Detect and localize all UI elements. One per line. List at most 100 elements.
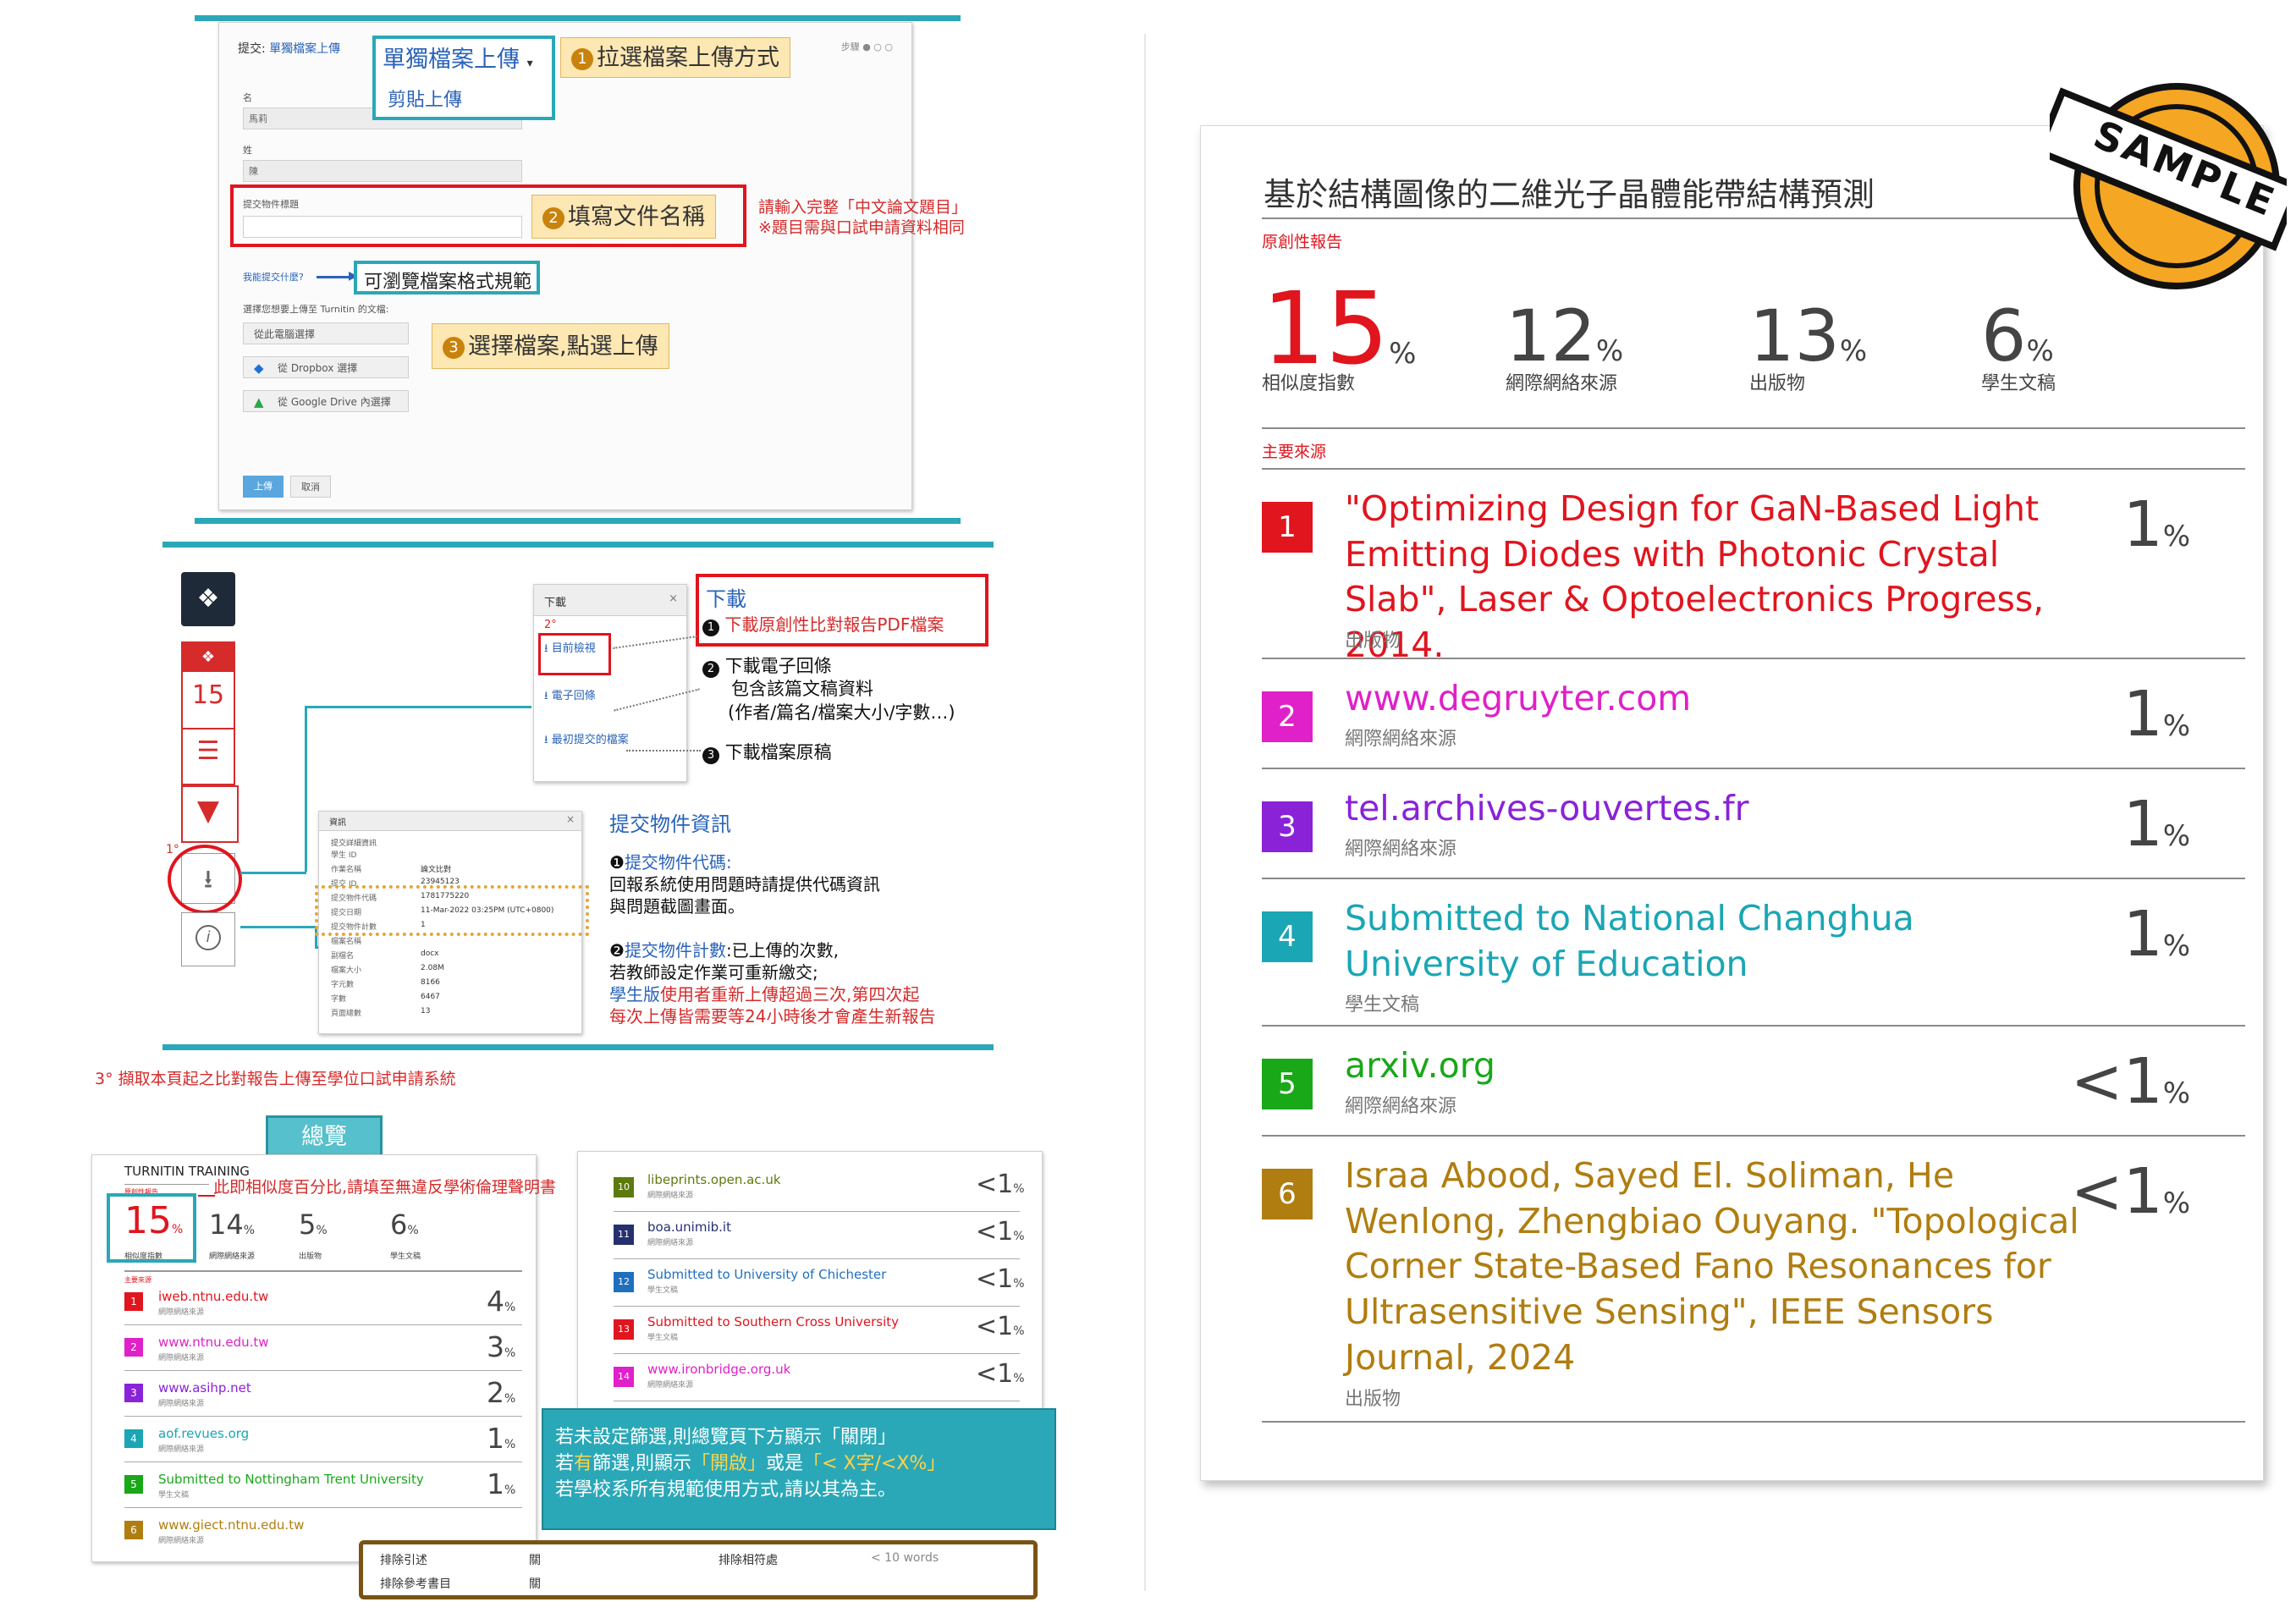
score-header-icon: ❖ [183, 643, 234, 672]
section-rule-download-bottom [162, 1044, 994, 1050]
source-divider [1262, 1135, 2245, 1137]
source-title[interactable]: libeprints.open.ac.uk [647, 1172, 781, 1187]
report-stat-label: 學生文稿 [1981, 373, 2056, 394]
source-title[interactable]: Submitted to Southern Cross University [647, 1314, 899, 1329]
dropdown-option-paste[interactable]: 剪貼上傳 [388, 85, 462, 112]
google-drive-icon: ▲ [254, 394, 264, 410]
source-title[interactable]: tel.archives-ouvertes.fr [1345, 786, 2090, 832]
upload-button[interactable]: 上傳 [243, 476, 284, 498]
section-rule-form-bottom [195, 518, 961, 524]
download-arrow-icon: ⭳ [544, 734, 548, 746]
info-row-value: docx [421, 950, 439, 958]
overview-stat-label: 出版物 [299, 1252, 322, 1261]
source-kind: 網際網絡來源 [647, 1192, 694, 1200]
report-stat-value: 6% [1981, 300, 2054, 372]
source-title[interactable]: www.ironbridge.org.uk [647, 1362, 790, 1377]
upload-type-dropdown[interactable]: 單獨檔案上傳 ▾ 剪貼上傳 [372, 36, 555, 120]
source-title[interactable]: www.giect.ntnu.edu.tw [158, 1517, 304, 1533]
source-kind: 網際網絡來源 [1345, 729, 1457, 750]
close-icon[interactable]: × [669, 592, 678, 605]
breadcrumb-prefix: 提交: [238, 42, 266, 56]
source-kind: 網際網絡來源 [647, 1381, 694, 1390]
breadcrumb-link[interactable]: 單獨檔案上傳 [269, 42, 340, 56]
source-number: 6 [124, 1521, 143, 1539]
source-title[interactable]: www.asihp.net [158, 1380, 251, 1396]
source-percent: <1% [976, 1314, 1025, 1340]
source-title[interactable]: Submitted to National Changhua Universit… [1345, 896, 2090, 987]
source-title[interactable]: aof.revues.org [158, 1426, 249, 1441]
step-1-icon: 1 [702, 619, 719, 636]
report-stat-label: 相似度指數 [1262, 373, 1356, 394]
cancel-button[interactable]: 取消 [290, 476, 331, 498]
percent-sign: % [504, 1484, 516, 1497]
source-title[interactable]: Submitted to University of Chichester [647, 1267, 886, 1282]
source-title[interactable]: Submitted to Nottingham Trent University [158, 1472, 424, 1487]
step-3-icon: 3 [702, 747, 719, 764]
source-title[interactable]: "Optimizing Design for GaN-Based Light E… [1345, 487, 2090, 669]
download-item-original[interactable]: ⭳ 最初提交的檔案 [544, 730, 680, 756]
what-can-submit-link[interactable]: 我能提交什麼? [243, 270, 304, 284]
connector-download-h2 [305, 706, 531, 708]
from-gdrive-button[interactable]: ▲ 從 Google Drive 內選擇 [243, 390, 409, 412]
info-p2-line3: 使用者重新上傳超過三次,第四次起 [660, 984, 920, 1005]
filter-note-has: 有 [574, 1452, 593, 1474]
source-percent-value: 1 [2123, 678, 2163, 751]
source-number: 5 [124, 1475, 143, 1494]
from-computer-button[interactable]: 從此電腦選擇 [243, 322, 409, 344]
exclude-quotes-value: 關 [529, 1554, 541, 1567]
source-kind: 學生文稿 [647, 1286, 679, 1295]
step-1-icon: 1 [571, 48, 593, 70]
callout-step3-text: 選擇檔案,點選上傳 [468, 333, 658, 360]
source-percent-value: 3 [487, 1330, 504, 1363]
sidebar-score[interactable]: 15 [183, 680, 234, 710]
source-kind: 網際網絡來源 [158, 1537, 205, 1545]
from-dropbox-label: 從 Dropbox 選擇 [278, 362, 358, 374]
first-name-label: 名 [243, 92, 252, 103]
sources-list-icon[interactable]: ☰ [183, 736, 234, 766]
download-highlight-circle [168, 845, 242, 914]
download-step2: 2 下載電子回條 包含該篇文稿資料 (作者/篇名/檔案大小/字數…) [702, 655, 955, 724]
download-panel: 下載 × 2° ⭳ 目前檢視 ⭳ 電子回條 ⭳ 最初提交的檔案 [533, 584, 687, 782]
source-divider [1262, 768, 2245, 769]
source-kind: 學生文稿 [158, 1491, 190, 1500]
report-stat-label: 出版物 [1749, 373, 1806, 394]
percent-sign: % [504, 1438, 516, 1451]
connector-info-h [240, 926, 317, 928]
source-title[interactable]: www.degruyter.com [1345, 676, 2090, 722]
source-title[interactable]: www.ntnu.edu.tw [158, 1335, 269, 1350]
percent-sign: % [1013, 1230, 1025, 1243]
source-title[interactable]: iweb.ntnu.edu.tw [158, 1289, 268, 1304]
caret-down-icon: ▾ [526, 57, 533, 70]
section-rule-top [195, 15, 961, 21]
upload-form-screenshot: 提交: 單獨檔案上傳 步驟 ● ○ ○ 名 馬莉 姓 陳 提交物件標題 我能提交… [218, 22, 912, 510]
layers-icon[interactable]: ❖ [181, 572, 235, 626]
note-pointer [198, 1195, 215, 1197]
last-name-field[interactable]: 陳 [243, 160, 522, 182]
source-percent-value: <1 [976, 1170, 1014, 1199]
source-divider [124, 1507, 522, 1508]
exclude-bib-label: 排除參考書目 [380, 1577, 451, 1591]
current-view-highlight [538, 633, 611, 675]
percent-sign: % [2026, 334, 2054, 368]
info-button[interactable]: i [181, 912, 235, 966]
step-3-icon: 3 [443, 337, 465, 359]
info-row-key: 字元數 [331, 981, 355, 989]
report-stat-value: 13% [1749, 300, 1867, 372]
from-dropbox-button[interactable]: ◆ 從 Dropbox 選擇 [243, 356, 409, 378]
source-percent-value: <1 [976, 1217, 1014, 1247]
source-kind: 學生文稿 [647, 1334, 679, 1342]
download-step3-text: 下載檔案原稿 [724, 742, 832, 762]
source-percent: <1% [976, 1172, 1025, 1197]
percent-sign: % [243, 1224, 256, 1237]
filter-button[interactable]: ▼ [181, 785, 239, 843]
sidebar-divider [183, 728, 234, 729]
percent-sign: % [2162, 709, 2190, 743]
close-icon[interactable]: × [566, 813, 575, 825]
overview-right-card: 10 libeprints.open.ac.uk 網際網絡來源 <1% 11 boa.un… [577, 1151, 1043, 1429]
filter-note-box: 若未設定篩選,則總覽頁下方顯示「關閉」 若有篩選,則顯示「開啟」或是「< X字/… [542, 1408, 1056, 1530]
formats-link-box[interactable]: 可瀏覽檔案格式規範 [354, 261, 540, 295]
source-title[interactable]: boa.unimib.it [647, 1219, 731, 1235]
source-title[interactable]: arxiv.org [1345, 1043, 2090, 1089]
source-title[interactable]: Israa Abood, Sayed El. Soliman, He Wenlo… [1345, 1153, 2090, 1381]
source-percent-value: <1 [2070, 1045, 2163, 1118]
